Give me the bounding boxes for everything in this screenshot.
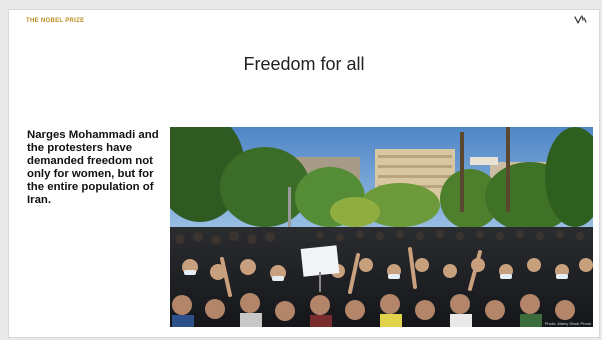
presentation-slide: THE NOBEL PRIZE Freedom for all Narges M… bbox=[8, 9, 600, 338]
protest-crowd-photo: Photo: Alamy Stock Photo bbox=[170, 127, 593, 327]
slide-body-text: Narges Mohammadi and the protesters have… bbox=[27, 129, 159, 206]
photo-credit: Photo: Alamy Stock Photo bbox=[544, 321, 591, 326]
slide-logo-icon bbox=[574, 15, 587, 24]
brand-label: THE NOBEL PRIZE bbox=[26, 18, 85, 24]
slide-title: Freedom for all bbox=[243, 54, 365, 74]
